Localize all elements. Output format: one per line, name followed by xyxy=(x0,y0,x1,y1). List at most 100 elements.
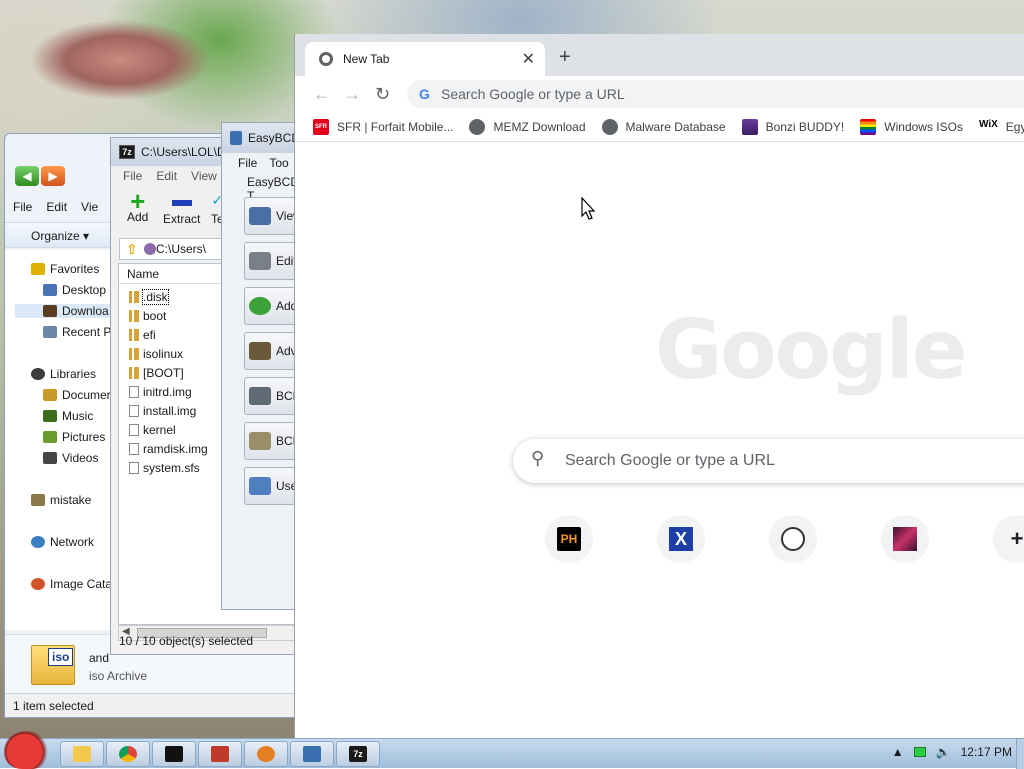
menu-tools[interactable]: Too xyxy=(269,156,288,170)
nav-label: Recent P xyxy=(62,325,112,339)
back-arrow-icon[interactable]: ◀ xyxy=(15,166,39,186)
easybcd-window[interactable]: EasyBCD File Too EasyBCD T View Edit Add… xyxy=(221,122,304,610)
extract-button[interactable]: Extract xyxy=(163,192,200,226)
forward-arrow-icon[interactable]: ▶ xyxy=(41,166,65,186)
up-folder-icon[interactable]: ⇧ xyxy=(126,241,138,258)
nav-label: Videos xyxy=(62,451,99,465)
show-hidden-icons-icon[interactable]: ▲ xyxy=(892,745,904,759)
list-item[interactable]: isolinux xyxy=(129,347,183,361)
monkey-face-icon xyxy=(781,527,805,551)
taskbar-browser[interactable] xyxy=(244,741,288,767)
back-icon[interactable]: ← xyxy=(313,84,331,105)
taskbar-chrome[interactable] xyxy=(106,741,150,767)
sevenzip-status-bar: 10 / 10 object(s) selected xyxy=(119,634,254,648)
explorer-status-bar: 1 item selected xyxy=(5,693,303,717)
taskbar-easybcd[interactable] xyxy=(290,741,334,767)
nav-music[interactable]: Music xyxy=(43,409,93,423)
globe-icon xyxy=(601,118,618,135)
bookmark-memz[interactable]: MEMZ Download xyxy=(469,118,586,135)
bookmark-windows-isos[interactable]: Windows ISOs xyxy=(860,118,963,135)
shortcut-tile[interactable] xyxy=(769,515,817,563)
forward-icon[interactable]: → xyxy=(343,84,361,105)
bookmark-bonzi-buddy[interactable]: Bonzi BUDDY! xyxy=(741,118,844,135)
chrome-tab-strip: New Tab ✕ + xyxy=(295,34,1024,76)
nav-label: Downloa xyxy=(62,304,109,318)
nav-recent-places[interactable]: Recent P xyxy=(43,325,111,339)
shortcut-tile[interactable] xyxy=(881,515,929,563)
file-name: .disk xyxy=(142,289,169,305)
nav-label: mistake xyxy=(50,493,92,507)
new-tab-page: Google ⚲ Search Google or type a URL PH … xyxy=(295,143,1024,738)
bookmark-sfr[interactable]: SFR SFR | Forfait Mobile... xyxy=(313,118,453,135)
list-item[interactable]: boot xyxy=(129,309,166,323)
nav-favorites[interactable]: Favorites xyxy=(31,262,99,276)
bookmark-malware-database[interactable]: Malware Database xyxy=(601,118,726,135)
close-icon[interactable]: ✕ xyxy=(522,49,535,69)
explorer-nav-buttons: ◀ ▶ xyxy=(15,166,65,190)
nav-mistake[interactable]: mistake xyxy=(31,493,91,507)
menu-view[interactable]: Vie xyxy=(81,200,98,214)
taskbar-app[interactable] xyxy=(198,741,242,767)
taskbar-explorer[interactable] xyxy=(60,741,104,767)
easybcd-menubar: File Too xyxy=(222,153,300,173)
menu-file[interactable]: File xyxy=(238,156,257,170)
menu-file[interactable]: File xyxy=(13,200,32,214)
omnibox-input[interactable]: G Search Google or type a URL xyxy=(407,80,1024,108)
omnibox-placeholder: Search Google or type a URL xyxy=(441,86,625,102)
list-item[interactable]: install.img xyxy=(129,404,196,418)
file-icon xyxy=(129,405,139,417)
nav-downloads[interactable]: Downloa xyxy=(15,304,115,318)
folder-icon xyxy=(129,291,139,303)
list-item[interactable]: efi xyxy=(129,328,156,342)
nav-documents[interactable]: Documer xyxy=(43,388,111,402)
tab-new-tab[interactable]: New Tab ✕ xyxy=(305,42,545,76)
clock[interactable]: 12:17 PM xyxy=(961,745,1012,759)
nav-videos[interactable]: Videos xyxy=(43,451,98,465)
reload-icon[interactable]: ↻ xyxy=(375,84,390,105)
chrome-window[interactable]: New Tab ✕ + ← → ↻ G Search Google or typ… xyxy=(294,34,1024,738)
nav-network[interactable]: Network xyxy=(31,535,94,549)
list-item[interactable]: [BOOT] xyxy=(129,366,184,380)
new-tab-plus-icon[interactable]: + xyxy=(559,46,571,69)
start-button-angry-bird-icon[interactable] xyxy=(4,731,50,769)
shortcut-tile[interactable]: X xyxy=(657,515,705,563)
google-logo: Google xyxy=(655,303,967,398)
menu-edit[interactable]: Edit xyxy=(156,169,177,183)
organize-button[interactable]: Organize ▾ xyxy=(31,229,89,243)
globe-icon xyxy=(257,746,275,762)
menu-file[interactable]: File xyxy=(123,169,142,183)
nav-desktop[interactable]: Desktop xyxy=(43,283,106,297)
shortcut-tile[interactable]: PH xyxy=(545,515,593,563)
ntp-search-box[interactable]: ⚲ Search Google or type a URL xyxy=(513,439,1024,483)
videos-icon xyxy=(43,452,57,464)
file-name: boot xyxy=(143,309,167,323)
tab-title: New Tab xyxy=(343,52,390,66)
bookmark-egypt[interactable]: WiX Egypti xyxy=(979,119,1024,135)
chrome-toolbar: ← → ↻ G Search Google or type a URL xyxy=(295,76,1024,112)
file-icon xyxy=(129,462,139,474)
add-shortcut-button[interactable]: + xyxy=(993,515,1024,563)
battery-icon[interactable] xyxy=(913,747,926,757)
bookmark-label: Egypti xyxy=(1005,119,1024,134)
easybcd-titlebar[interactable]: EasyBCD xyxy=(222,123,300,153)
list-item[interactable]: ramdisk.img xyxy=(129,442,208,456)
list-item[interactable]: initrd.img xyxy=(129,385,192,399)
nav-image-catalog[interactable]: Image Cata xyxy=(31,577,112,591)
sfr-icon: SFR xyxy=(313,118,329,135)
list-item[interactable]: .disk xyxy=(129,289,169,305)
system-tray: ▲ 🔈 12:17 PM xyxy=(892,745,1012,759)
taskbar-cmd[interactable] xyxy=(152,741,196,767)
menu-view[interactable]: View xyxy=(191,169,217,183)
taskbar-7zip[interactable]: 7z xyxy=(336,741,380,767)
add-button[interactable]: + Add xyxy=(127,188,148,224)
show-desktop-button[interactable] xyxy=(1016,739,1024,769)
selected-file-type: iso Archive xyxy=(89,669,148,683)
volume-icon[interactable]: 🔈 xyxy=(936,745,951,759)
nav-pictures[interactable]: Pictures xyxy=(43,430,105,444)
menu-edit[interactable]: Edit xyxy=(46,200,67,214)
list-item[interactable]: system.sfs xyxy=(129,461,200,475)
minus-icon xyxy=(171,200,192,206)
nav-libraries[interactable]: Libraries xyxy=(31,367,96,381)
list-item[interactable]: kernel xyxy=(129,423,176,437)
folder-icon xyxy=(129,348,139,360)
